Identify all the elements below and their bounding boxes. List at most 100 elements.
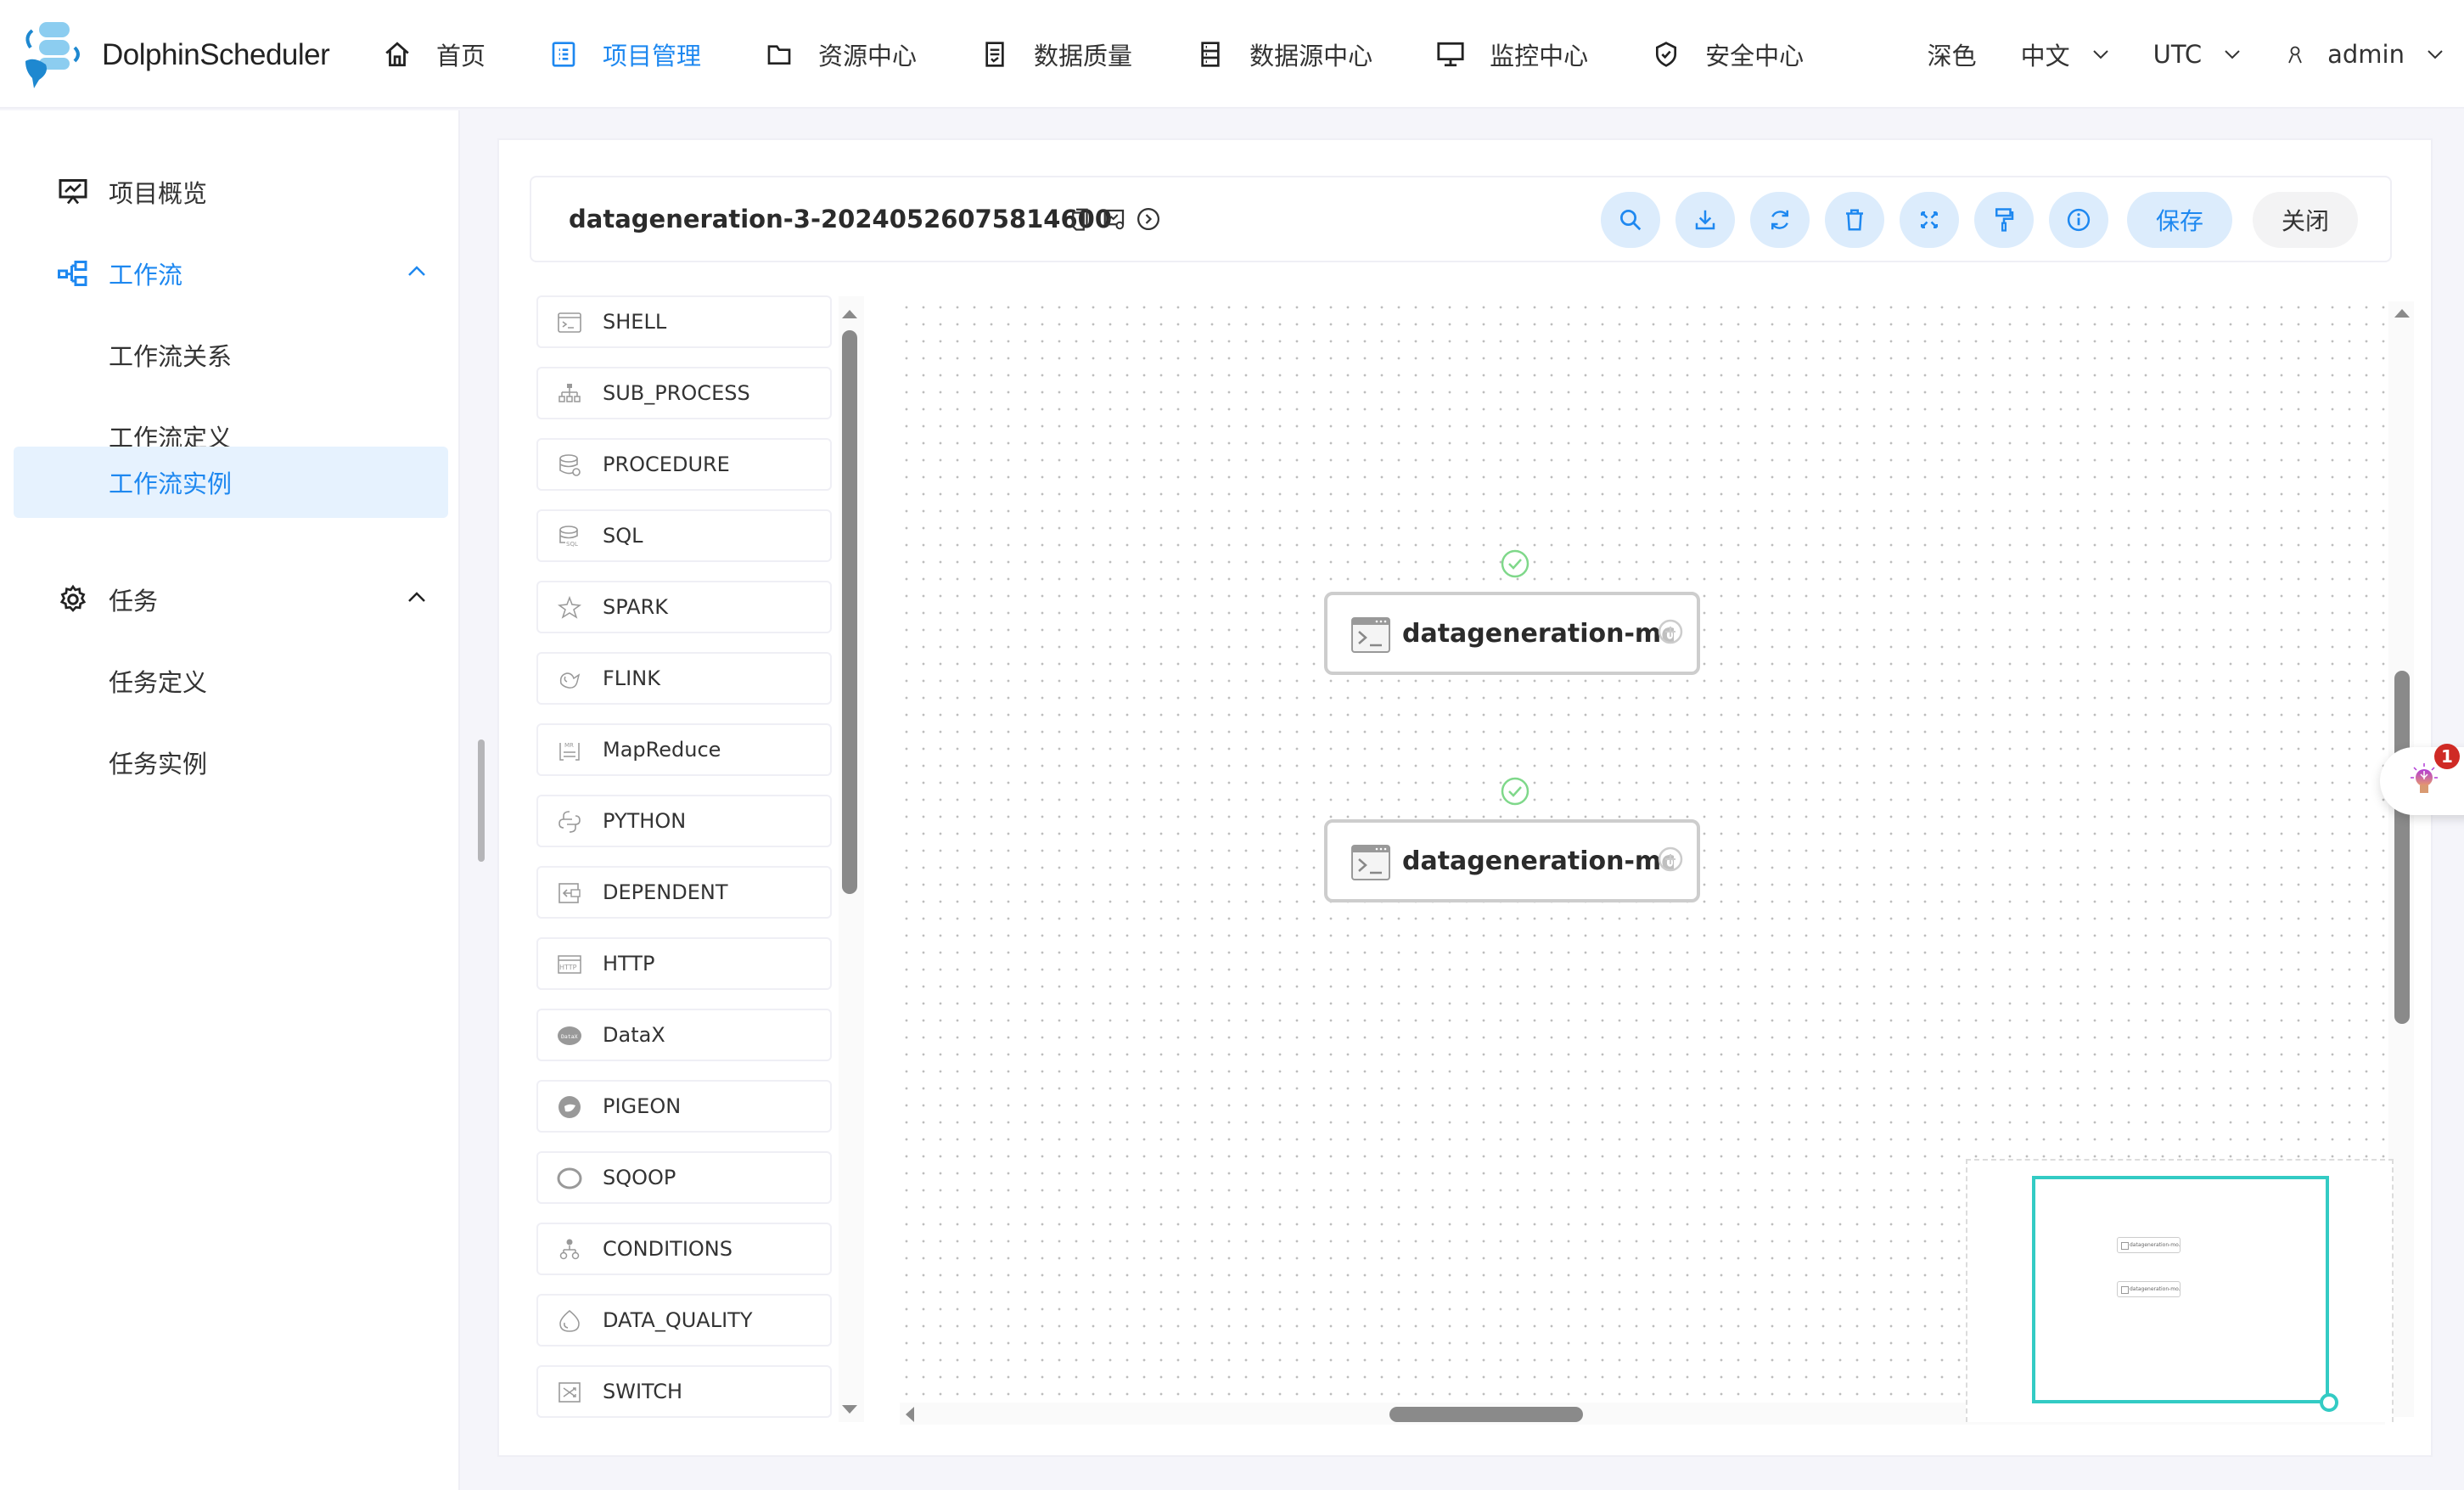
palette-scroll-up-arrow[interactable] (842, 310, 857, 318)
http-icon: HTTP (558, 955, 581, 974)
sidebar-scrollbar[interactable] (478, 739, 485, 862)
palette-item-label: PROCEDURE (603, 453, 730, 476)
canvas-scroll-up-arrow[interactable] (2394, 309, 2410, 318)
sidebar-item-task-instance[interactable]: 任务实例 (14, 727, 448, 798)
download-icon (1695, 210, 1715, 230)
startup-param-icon[interactable] (1136, 206, 1161, 232)
palette-item-shell[interactable]: SHELL (536, 295, 832, 348)
nav-monitor-center[interactable]: 监控中心 (1435, 37, 1588, 72)
success-status-icon (1501, 549, 1529, 578)
timezone-select[interactable]: UTC (2153, 40, 2242, 69)
workflow-editor-card: datageneration-3-20240526075814600 保存 关闭… (497, 138, 2433, 1457)
nav-datasource-center[interactable]: 数据源中心 (1195, 37, 1372, 72)
svg-text:MR: MR (564, 742, 574, 749)
chevron-down-icon (2428, 50, 2443, 59)
download-button[interactable] (1675, 192, 1735, 248)
minimap-resize-handle[interactable] (2320, 1393, 2338, 1412)
nav-label: 数据质量 (1034, 42, 1133, 70)
spark-icon (557, 595, 582, 619)
nav-security-center[interactable]: 安全中心 (1651, 37, 1804, 72)
chevron-down-icon (2225, 50, 2240, 59)
top-header: DolphinScheduler 首页 项目管理 资源中心 数据质量 数据源中心… (0, 0, 2464, 109)
canvas-vertical-scrollbar-thumb[interactable] (2394, 671, 2410, 1024)
conditions-icon (559, 1239, 580, 1260)
sidebar-item-label: 项目概览 (109, 179, 208, 208)
palette-item-spark[interactable]: SPARK (536, 581, 832, 633)
dag-node[interactable]: datageneration-mo (1324, 592, 1700, 675)
add-connection-icon[interactable] (1658, 846, 1683, 872)
sidebar-item-workflow-relation[interactable]: 工作流关系 (14, 319, 448, 391)
refresh-icon (1771, 210, 1788, 230)
shell-icon (1351, 845, 1390, 880)
nav-resource-center[interactable]: 资源中心 (764, 37, 917, 72)
main-nav: 首页 项目管理 资源中心 数据质量 数据源中心 监控中心 安全中心 (382, 0, 1866, 109)
palette-item-label: PYTHON (603, 809, 687, 833)
palette-item-dependent[interactable]: DEPENDENT (536, 866, 832, 919)
sidebar-group-task[interactable]: 任务 (14, 564, 448, 635)
info-button[interactable] (2048, 192, 2108, 248)
nav-data-quality[interactable]: 数据质量 (979, 37, 1132, 72)
palette-item-procedure[interactable]: PROCEDURE (536, 438, 832, 491)
palette-item-switch[interactable]: SWITCH (536, 1365, 832, 1418)
shield-check-icon (1651, 39, 1681, 70)
nav-home[interactable]: 首页 (382, 37, 486, 72)
copy-icon[interactable] (1068, 206, 1093, 232)
palette-item-http[interactable]: HTTP HTTP (536, 937, 832, 990)
delete-button[interactable] (1824, 192, 1884, 248)
palette-item-label: DataX (603, 1023, 665, 1047)
save-button[interactable]: 保存 (2126, 192, 2232, 248)
palette-scrollbar-thumb[interactable] (842, 330, 857, 894)
palette-item-sqoop[interactable]: SQOOP (536, 1151, 832, 1204)
palette-item-sub-process[interactable]: SUB_PROCESS (536, 367, 832, 419)
node-label: datageneration-mo (1402, 595, 1674, 672)
palette-item-conditions[interactable]: CONDITIONS (536, 1223, 832, 1275)
timezone-label: UTC (2152, 40, 2203, 69)
chevron-down-icon (2092, 50, 2108, 59)
dag-node[interactable]: datageneration-mo (1324, 819, 1700, 902)
close-button[interactable]: 关闭 (2252, 192, 2358, 248)
node-label: datageneration-mo (1402, 823, 1674, 899)
lightbulb-icon (2411, 763, 2438, 793)
palette-item-datax[interactable]: DataX DataX (536, 1009, 832, 1061)
sidebar-item-workflow-instance[interactable]: 工作流实例 (14, 447, 448, 518)
success-status-icon (1501, 777, 1529, 806)
palette-item-sql[interactable]: SQL SQL (536, 509, 832, 562)
monitor-icon (1435, 39, 1466, 70)
sidebar-group-workflow[interactable]: 工作流 (14, 238, 448, 309)
sidebar-item-label: 工作流关系 (109, 342, 233, 371)
procedure-icon (559, 454, 581, 476)
theme-label: 深色 (1927, 42, 1977, 70)
minimap-viewport[interactable] (2032, 1176, 2329, 1403)
palette-item-mapreduce[interactable]: MR MapReduce (536, 723, 832, 776)
format-button[interactable] (1973, 192, 2034, 248)
palette-item-pigeon[interactable]: PIGEON (536, 1080, 832, 1133)
palette-item-label: MapReduce (603, 738, 721, 762)
toolbar-actions: 保存 关闭 (1586, 192, 2358, 248)
canvas-horizontal-scrollbar-thumb[interactable] (1389, 1407, 1583, 1422)
palette-item-label: CONDITIONS (603, 1237, 732, 1261)
palette-item-label: HTTP (603, 952, 655, 976)
palette-scroll-down-arrow[interactable] (842, 1405, 857, 1414)
nav-project-management[interactable]: 项目管理 (548, 37, 701, 72)
palette-item-python[interactable]: PYTHON (536, 795, 832, 847)
view-variables-icon[interactable] (1102, 206, 1127, 232)
palette-item-data-quality[interactable]: DATA_QUALITY (536, 1294, 832, 1347)
sidebar-item-task-definition[interactable]: 任务定义 (14, 645, 448, 717)
add-connection-icon[interactable] (1658, 619, 1683, 644)
canvas-scroll-left-arrow[interactable] (906, 1407, 914, 1422)
language-select[interactable]: 中文 (2021, 37, 2109, 72)
sidebar-item-project-overview[interactable]: 项目概览 (14, 156, 448, 228)
sql-icon: SQL (559, 526, 578, 548)
app-logo[interactable]: DolphinScheduler (17, 20, 330, 90)
nav-label: 项目管理 (603, 42, 702, 70)
user-menu[interactable]: admin (2285, 40, 2444, 69)
python-icon (558, 811, 581, 833)
flink-icon (559, 672, 581, 689)
search-button[interactable] (1600, 192, 1660, 248)
refresh-button[interactable] (1749, 192, 1810, 248)
theme-toggle[interactable]: 深色 (1928, 37, 1977, 72)
fullscreen-button[interactable] (1899, 192, 1959, 248)
palette-item-flink[interactable]: FLINK (536, 652, 832, 705)
app-name: DolphinScheduler (102, 38, 330, 71)
database-icon (1195, 39, 1226, 70)
